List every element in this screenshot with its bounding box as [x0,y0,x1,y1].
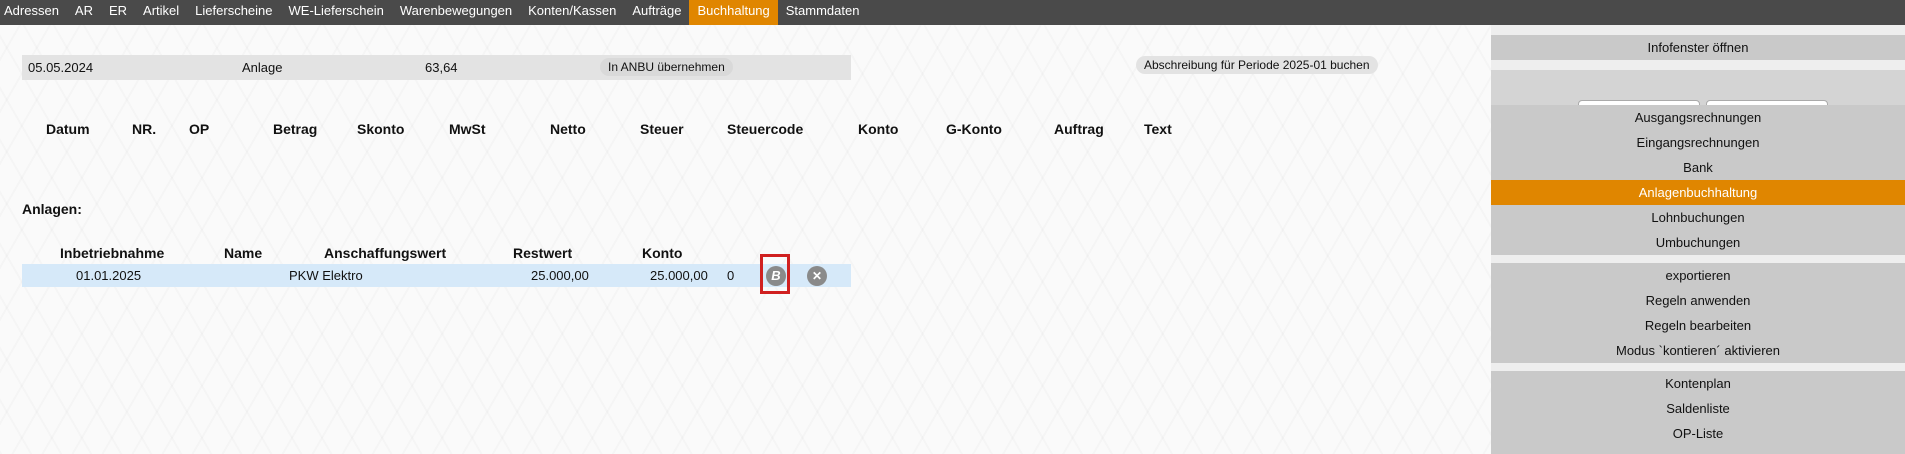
book-depreciation-button[interactable]: Abschreibung für Periode 2025-01 buchen [1136,56,1378,74]
entry-amount: 63,64 [425,60,458,75]
nav-er[interactable]: ER [101,0,135,25]
asset-name: PKW Elektro [289,268,363,283]
nav-warenbewegungen[interactable]: Warenbewegungen [392,0,520,25]
asset-header-restwert: Restwert [513,245,573,261]
sidebar-item-umbuchungen[interactable]: Umbuchungen [1491,230,1905,255]
asset-header-inbetriebnahme: Inbetriebnahme [60,245,165,261]
nav-we-lieferschein[interactable]: WE-Lieferschein [281,0,392,25]
nav-buchhaltung[interactable]: Buchhaltung [689,0,778,25]
col-header-datum: Datum [46,121,90,137]
asset-account: 0 [727,268,735,283]
col-header-nr: NR. [132,121,157,137]
col-header-skonto: Skonto [357,121,405,137]
asset-header-konto: Konto [642,245,683,261]
nav-lieferscheine[interactable]: Lieferscheine [187,0,280,25]
sidebar-item-more[interactable] [1491,446,1905,454]
asset-header-anschaffungswert: Anschaffungswert [324,245,447,261]
top-navigation: Adressen AR ER Artikel Lieferscheine WE-… [0,0,1905,25]
sidebar-item-bank[interactable]: Bank [1491,155,1905,180]
col-header-op: OP [189,121,210,137]
nav-auftraege[interactable]: Aufträge [624,0,689,25]
sidebar-item-exportieren[interactable]: exportieren [1491,263,1905,288]
asset-date: 01.01.2025 [76,268,142,283]
entry-date: 05.05.2024 [28,60,94,75]
asset-residual: 25.000,00 [650,268,708,283]
sidebar-item-regeln-bearbeiten[interactable]: Regeln bearbeiten [1491,313,1905,338]
nav-konten-kassen[interactable]: Konten/Kassen [520,0,624,25]
delete-asset-icon[interactable]: ✕ [807,266,827,286]
sidebar-item-lohnbuchungen[interactable]: Lohnbuchungen [1491,205,1905,230]
col-header-betrag: Betrag [273,121,318,137]
sidebar-item-regeln-anwenden[interactable]: Regeln anwenden [1491,288,1905,313]
sidebar-item-modus-kontieren[interactable]: Modus `kontieren´ aktivieren [1491,338,1905,363]
sidebar-info-window[interactable]: Infofenster öffnen [1491,35,1905,60]
sidebar-item-op-liste[interactable]: OP-Liste [1491,421,1905,446]
sidebar: Infofenster öffnen 01 ▼ 2025 ▼ Ausgangsr… [1491,25,1905,454]
col-header-konto: Konto [858,121,899,137]
col-header-mwst: MwSt [449,121,486,137]
asset-row: 01.01.2025 PKW Elektro 25.000,00 25.000,… [22,264,851,287]
asset-cost: 25.000,00 [531,268,589,283]
col-header-text: Text [1144,121,1172,137]
col-header-g-konto: G-Konto [946,121,1002,137]
sidebar-item-saldenliste[interactable]: Saldenliste [1491,396,1905,421]
asset-header-name: Name [224,245,263,261]
book-asset-icon[interactable]: B [766,266,786,286]
sidebar-item-anlagenbuchhaltung[interactable]: Anlagenbuchhaltung [1491,180,1905,205]
nav-adressen[interactable]: Adressen [0,0,67,25]
sidebar-item-ausgangsrechnungen[interactable]: Ausgangsrechnungen [1491,105,1905,130]
sidebar-item-eingangsrechnungen[interactable]: Eingangsrechnungen [1491,130,1905,155]
nav-artikel[interactable]: Artikel [135,0,187,25]
sidebar-item-kontenplan[interactable]: Kontenplan [1491,371,1905,396]
nav-stammdaten[interactable]: Stammdaten [778,0,868,25]
col-header-auftrag: Auftrag [1054,121,1104,137]
col-header-netto: Netto [550,121,586,137]
entry-row: 05.05.2024 Anlage 63,64 In ANBU übernehm… [22,55,851,80]
entry-type: Anlage [242,60,283,75]
nav-ar[interactable]: AR [67,0,101,25]
col-header-steuercode: Steuercode [727,121,804,137]
transfer-to-anbu-button[interactable]: In ANBU übernehmen [600,58,733,76]
col-header-steuer: Steuer [640,121,684,137]
assets-section-label: Anlagen: [22,201,82,217]
